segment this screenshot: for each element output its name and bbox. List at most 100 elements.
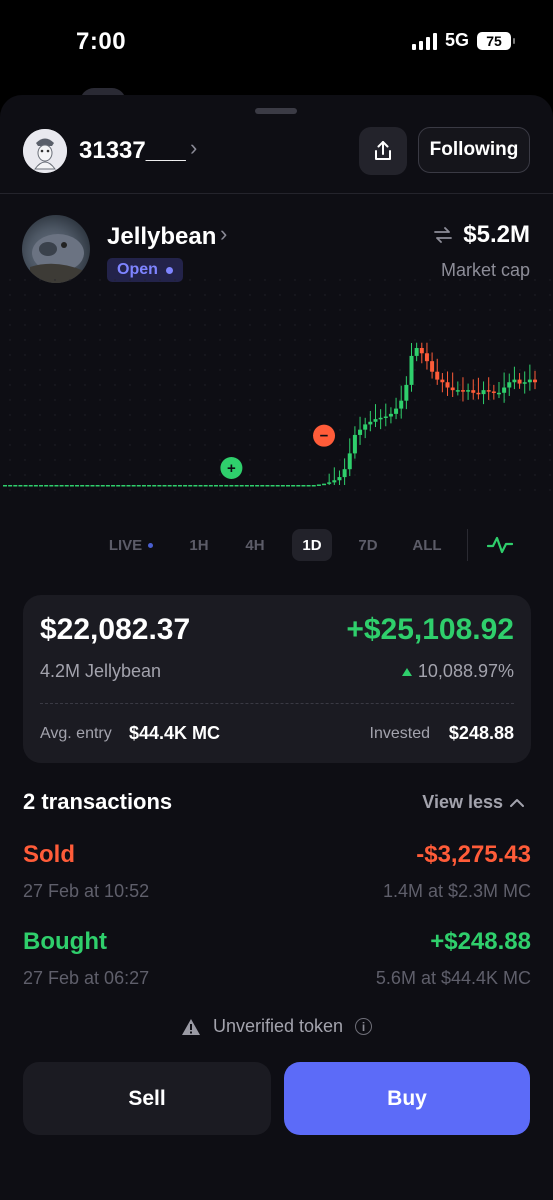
grid-dot [354,384,356,386]
price-chart[interactable]: +− [0,270,553,510]
grid-dot [54,309,56,311]
grid-dot [414,324,416,326]
grid-dot [159,444,161,446]
grid-dot [189,444,191,446]
buy-marker[interactable]: + [220,457,243,479]
grid-dot [354,309,356,311]
view-less-button[interactable]: View less [422,792,525,813]
transaction-row[interactable]: Bought +$248.88 27 Feb at 06:27 5.6M at … [23,928,531,998]
grid-dot [129,414,131,416]
grid-dot [174,339,176,341]
grid-dot [489,414,491,416]
grid-dot [204,354,206,356]
tab-4h[interactable]: 4H [235,529,275,561]
grid-dot [54,279,56,281]
grid-dot [489,384,491,386]
grid-dot [534,309,536,311]
grid-dot [219,429,221,431]
grid-dot [294,414,296,416]
grid-dot [189,474,191,476]
grid-dot [294,384,296,386]
grid-dot [54,399,56,401]
grid-dot [549,354,551,356]
grid-dot [399,429,401,431]
grid-dot [339,354,341,356]
user-avatar[interactable] [23,129,67,173]
candle-body [162,485,167,487]
grid-dot [129,444,131,446]
grid-dot [534,429,536,431]
grid-dot [114,414,116,416]
grid-dot [459,309,461,311]
chart-type-toggle[interactable] [484,529,516,561]
grid-dot [324,399,326,401]
grid-dot [54,354,56,356]
grid-dot [339,399,341,401]
candle-body [460,390,465,392]
grid-dot [204,429,206,431]
candle-body [208,485,213,487]
share-button[interactable] [359,127,407,175]
grid-dot [249,384,251,386]
grid-dot [279,444,281,446]
sheet-grabber[interactable] [255,108,297,114]
status-bar: 7:00 5G 75 [0,0,553,80]
grid-dot [354,399,356,401]
grid-dot [69,324,71,326]
sell-button[interactable]: Sell [23,1062,271,1135]
tab-7d[interactable]: 7D [348,529,388,561]
grid-dot [309,324,311,326]
grid-dot [219,414,221,416]
grid-dot [249,324,251,326]
grid-dot [489,459,491,461]
grid-dot [309,399,311,401]
grid-dot [144,459,146,461]
grid-dot [219,369,221,371]
candle-body [507,382,512,388]
grid-dot [294,309,296,311]
chevron-right-icon[interactable]: › [190,135,197,161]
grid-dot [234,489,236,491]
grid-dot [114,429,116,431]
grid-dot [354,354,356,356]
transaction-detail: 1.4M at $2.3M MC [382,881,531,901]
grid-dot [384,384,386,386]
candle-body [136,485,141,487]
candle-body [255,485,260,487]
candle-body [116,485,121,487]
grid-dot [414,414,416,416]
grid-dot [219,339,221,341]
candle-body [75,485,80,487]
grid-dot [159,414,161,416]
grid-dot [534,489,536,491]
grid-dot [24,444,26,446]
tab-all[interactable]: ALL [406,529,448,561]
token-name[interactable]: Jellybean [107,223,216,251]
grid-dot [189,339,191,341]
timeframe-divider [467,529,468,561]
grid-dot [24,339,26,341]
transaction-row[interactable]: Sold -$3,275.43 27 Feb at 10:52 1.4M at … [23,841,531,911]
tab-1h[interactable]: 1H [180,529,218,561]
username[interactable]: 31337___ [79,137,186,165]
grid-dot [309,429,311,431]
candle-body [23,485,28,487]
info-icon[interactable]: i [355,1018,373,1035]
candle-body [105,485,110,487]
following-button[interactable]: Following [418,127,530,173]
candle-body [270,485,275,487]
chevron-right-icon[interactable]: › [220,221,227,247]
tab-live[interactable]: LIVE [100,529,162,561]
grid-dot [39,324,41,326]
market-cap-value[interactable]: $5.2M [433,221,530,249]
grid-dot [324,489,326,491]
grid-dot [69,279,71,281]
user-avatar-image [23,129,67,173]
grid-dot [189,459,191,461]
buy-button[interactable]: Buy [284,1062,530,1135]
grid-dot [249,444,251,446]
sell-marker[interactable]: − [313,424,336,447]
tab-1d[interactable]: 1D [292,529,332,561]
grid-dot [489,339,491,341]
card-divider [40,703,514,704]
